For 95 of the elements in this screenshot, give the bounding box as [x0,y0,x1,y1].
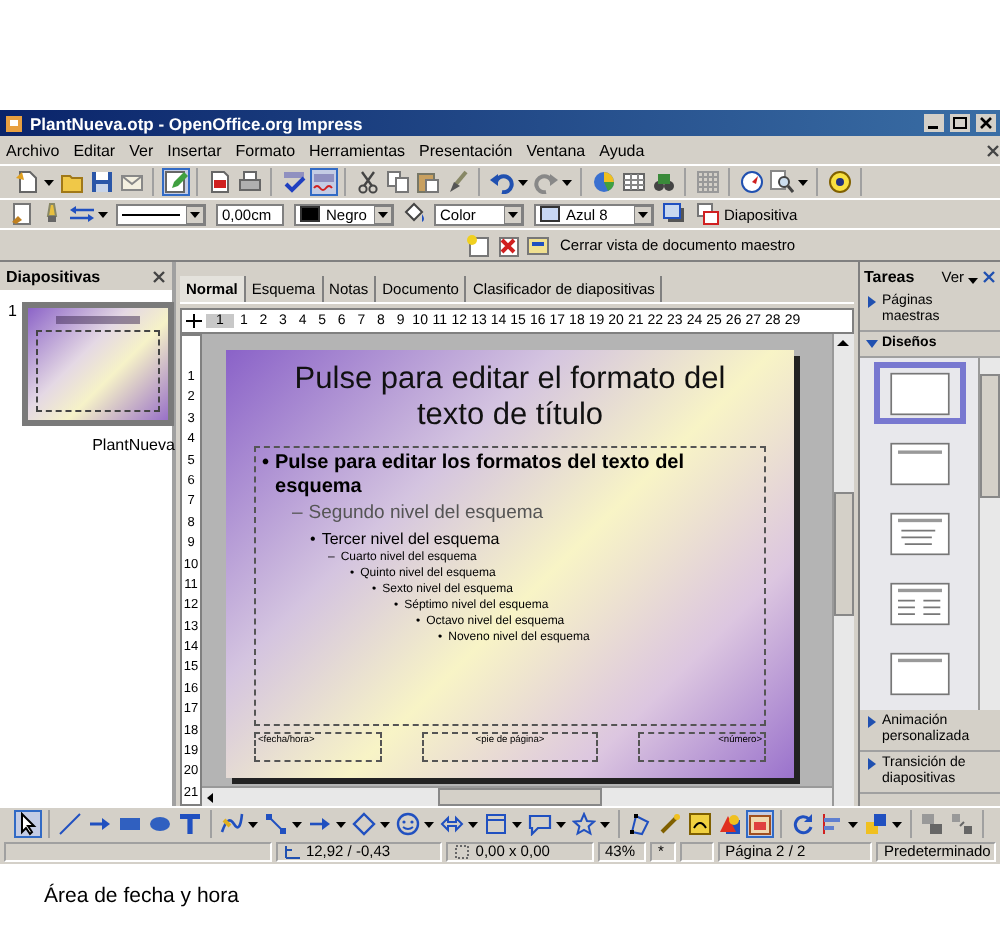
fontwork-icon[interactable] [686,809,714,837]
compass-icon[interactable] [738,168,766,196]
triangle-icon [866,296,878,308]
binoculars-icon[interactable] [650,168,678,196]
save-icon[interactable] [88,168,116,196]
dropdown-icon[interactable] [186,205,204,223]
glue-point-icon[interactable] [656,809,684,837]
slide-thumbnail[interactable] [22,302,175,426]
picture-frame-icon[interactable] [746,809,774,837]
shadow-icon[interactable] [660,200,688,228]
line-icon[interactable] [56,809,84,837]
close-icon[interactable] [152,269,166,283]
dropdown-icon[interactable] [374,205,392,223]
app-icon [4,113,24,133]
new-document-icon[interactable] [14,168,42,196]
shapes-icon[interactable] [716,809,744,837]
line-style-dropdown[interactable] [116,203,206,225]
pane-title: Tareas [864,267,917,285]
triangle-icon [866,338,878,350]
dropdown-icon[interactable] [634,205,652,223]
flowchart-icon[interactable] [482,809,510,837]
close-icon[interactable] [976,114,996,132]
outline-text: Tercer nivel del esquema [321,528,500,550]
pie-chart-icon[interactable] [590,168,618,196]
new-master-icon[interactable] [464,231,492,259]
slide-number: 1 [8,302,17,324]
menu-item[interactable]: Ver [129,141,154,159]
minimize-icon[interactable] [924,114,944,132]
clipboard-icon[interactable] [414,168,442,196]
close-icon[interactable] [986,143,1000,157]
styles-icon[interactable] [8,200,36,228]
diamond-icon[interactable] [350,809,378,837]
curve-icon[interactable] [218,809,246,837]
dropdown-icon[interactable] [504,205,522,223]
paintbrush-icon[interactable] [444,168,472,196]
triangle-icon [866,758,878,770]
group-icon[interactable] [918,809,946,837]
points-icon[interactable] [626,809,654,837]
maximize-icon[interactable] [950,114,970,132]
pointer-icon[interactable] [14,809,42,837]
bullet-mark: – [292,500,303,528]
tab-stop-icon[interactable] [182,312,206,330]
pencil-icon[interactable] [162,168,190,196]
table-icon[interactable] [620,168,648,196]
paint-bucket-icon[interactable] [400,200,428,228]
position-icon [283,843,302,859]
status-field [680,841,714,861]
text-tool-icon[interactable] [176,809,204,837]
ungroup-icon[interactable] [948,809,976,837]
connector-icon[interactable] [262,809,290,837]
bullet-mark: • [310,528,316,550]
menu-item[interactable]: Formato [235,141,296,159]
menu-item[interactable]: Herramientas [309,141,406,159]
pane-title: Diapositivas [6,267,103,285]
align-icon[interactable] [818,809,846,837]
rotate-icon[interactable] [788,809,816,837]
undo-icon[interactable] [488,168,516,196]
menu-item[interactable]: Presentación [419,141,513,159]
spellcheck-icon[interactable] [280,168,308,196]
star-icon[interactable] [570,809,598,837]
help-icon[interactable] [826,168,854,196]
zoom-icon[interactable] [768,168,796,196]
pdf-icon[interactable] [206,168,234,196]
window-title: PlantNueva.otp - OpenOffice.org Impress [30,113,365,133]
rename-icon[interactable] [524,231,552,259]
menu-item[interactable]: Insertar [167,141,222,159]
arrow-style-icon[interactable] [68,200,96,228]
scroll-left-icon[interactable] [202,789,218,805]
scrollbar-thumb[interactable] [980,374,1000,498]
menu-item[interactable]: Archivo [6,141,60,159]
triangle-icon [866,716,878,728]
outline-text: Pulse para editar los formatos del texto del esquema [275,452,687,500]
copy-icon[interactable] [384,168,412,196]
scrollbar-thumb[interactable] [834,492,854,616]
smiley-icon[interactable] [394,809,422,837]
outline-text: Segundo nivel del esquema [308,500,544,528]
menu-item[interactable]: Editar [73,141,116,159]
spellcheck-icon[interactable] [310,168,338,196]
slide-layout[interactable] [873,362,965,424]
vertical-scrollbar[interactable] [978,358,1000,710]
vertical-scrollbar[interactable] [832,334,854,806]
bullet-mark: • [262,452,270,476]
horizontal-scrollbar[interactable] [202,786,832,806]
scrollbar-thumb[interactable] [438,788,602,806]
slide-name: PlantNueva [92,436,175,454]
caption: Área de fecha y hora [44,884,241,908]
printer-icon[interactable] [236,168,264,196]
scissors-icon[interactable] [354,168,382,196]
delete-icon[interactable] [494,231,522,259]
menu-item[interactable]: Ayuda [599,141,645,159]
speech-bubble-icon[interactable] [526,809,554,837]
slide-title: Pulse para editar el formato del texto de título [292,362,728,434]
menu-item[interactable]: Ventana [526,141,586,159]
size-icon [453,843,472,859]
arrange-icon[interactable] [862,809,890,837]
